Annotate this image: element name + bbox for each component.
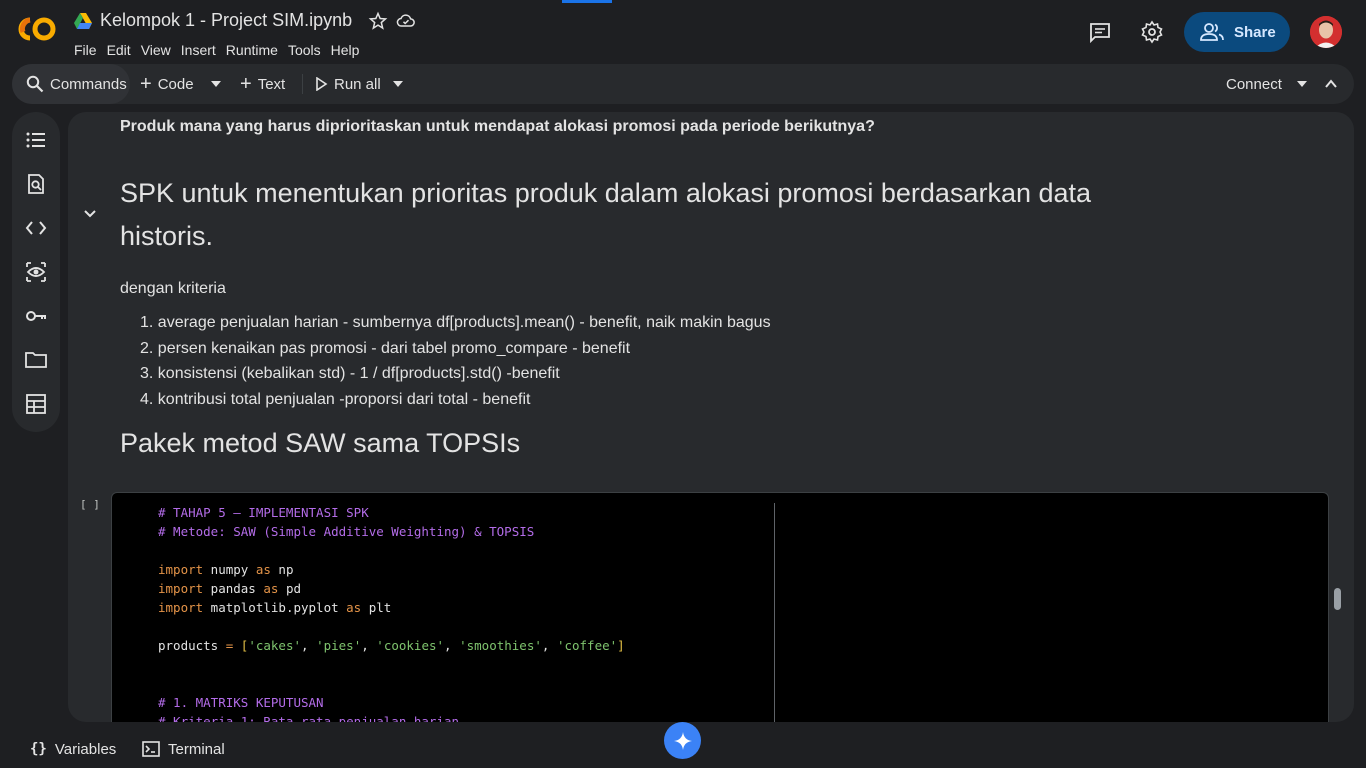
braces-icon: {} (30, 741, 47, 757)
code-line: import pandas as pd (158, 581, 302, 596)
code-cell[interactable]: # TAHAP 5 – IMPLEMENTASI SPK # Metode: S… (111, 492, 1329, 722)
menu-file[interactable]: File (74, 42, 104, 58)
search-icon (26, 75, 44, 93)
list-item: 3. konsistensi (kebalikan std) - 1 / df[… (140, 365, 560, 382)
share-button[interactable]: Share (1184, 12, 1290, 52)
variables-label: Variables (54, 740, 117, 758)
menu-runtime[interactable]: Runtime (226, 42, 285, 58)
cell-execution-indicator[interactable]: [ ] (80, 498, 100, 511)
code-line: import numpy as np (158, 562, 294, 577)
menu-insert[interactable]: Insert (181, 42, 223, 58)
code-line: # Kriteria 1: Rata-rata penjualan harian (158, 714, 460, 722)
star-icon[interactable] (368, 11, 388, 31)
people-icon (1200, 23, 1224, 41)
find-replace-icon[interactable] (24, 172, 48, 196)
menu-help[interactable]: Help (331, 42, 367, 58)
secrets-key-icon[interactable] (24, 304, 48, 328)
run-all-label: Run all (334, 75, 381, 93)
toolbar-divider (302, 74, 303, 94)
variable-inspector-eye-icon[interactable] (24, 260, 48, 284)
gemini-button[interactable] (664, 722, 701, 759)
connect-button[interactable]: Connect (1226, 64, 1282, 104)
header: Kelompok 1 - Project SIM.ipynb File Edit… (0, 0, 1366, 64)
code-dropdown-chevron-icon[interactable] (210, 79, 222, 89)
loading-indicator (562, 0, 612, 3)
section-collapse-chevron-icon[interactable] (80, 204, 100, 224)
connect-dropdown-chevron-icon[interactable] (1296, 79, 1308, 89)
plus-icon: + (240, 73, 252, 95)
code-line: import matplotlib.pyplot as plt (158, 600, 392, 615)
title-row: Kelompok 1 - Project SIM.ipynb (74, 10, 416, 31)
code-editor[interactable]: # TAHAP 5 – IMPLEMENTASI SPK # Metode: S… (158, 503, 625, 722)
notebook-toolbar: Commands + Code + Text Run all Connect (12, 64, 1354, 104)
code-line: products = ['cakes', 'pies', 'cookies', … (158, 638, 625, 653)
terminal-button[interactable]: Terminal (142, 730, 225, 768)
user-avatar[interactable] (1310, 16, 1342, 48)
method-heading: Pakek metod SAW sama TOPSIs (120, 428, 521, 458)
criteria-intro: dengan kriteria (120, 280, 226, 297)
list-item: 1. average penjualan harian - sumbernya … (140, 314, 771, 331)
variables-button[interactable]: {} Variables (30, 730, 116, 768)
plus-icon: + (140, 73, 152, 95)
notebook-panel: Produk mana yang harus diprioritaskan un… (68, 112, 1354, 722)
run-all-button[interactable]: Run all (314, 64, 381, 104)
connect-label: Connect (1226, 75, 1282, 93)
run-dropdown-chevron-icon[interactable] (392, 79, 404, 89)
criteria-list: 1. average penjualan harian - sumbernya … (140, 310, 771, 412)
menu-tools[interactable]: Tools (288, 42, 328, 58)
commands-button[interactable]: Commands (12, 64, 130, 104)
text-label: Text (257, 75, 286, 93)
notebook-title[interactable]: Kelompok 1 - Project SIM.ipynb (100, 10, 352, 31)
settings-gear-icon[interactable] (1140, 20, 1164, 44)
code-snippets-icon[interactable] (24, 216, 48, 240)
code-line: # Metode: SAW (Simple Additive Weighting… (158, 524, 535, 539)
terminal-icon (142, 741, 160, 757)
colab-logo[interactable] (16, 14, 58, 44)
section-heading: SPK untuk menentukan prioritas produk da… (120, 178, 1092, 251)
add-code-button[interactable]: + Code (140, 64, 194, 104)
code-line: # TAHAP 5 – IMPLEMENTASI SPK (158, 505, 369, 520)
question-text: Produk mana yang harus diprioritaskan un… (120, 118, 875, 135)
play-icon (316, 77, 328, 91)
avatar-image (1310, 16, 1342, 48)
share-label: Share (1234, 23, 1276, 41)
list-item: 2. persen kenaikan pas promosi - dari ta… (140, 339, 631, 357)
menu-edit[interactable]: Edit (107, 42, 138, 58)
cloud-saved-icon[interactable] (396, 11, 416, 31)
menu-view[interactable]: View (141, 42, 178, 58)
line-length-ruler (774, 503, 775, 722)
code-line: # 1. MATRIKS KEPUTUSAN (158, 695, 324, 710)
sparkle-icon (673, 731, 692, 750)
terminal-label: Terminal (168, 740, 225, 758)
notebook-scrollbar[interactable] (1334, 588, 1341, 610)
add-text-button[interactable]: + Text (240, 64, 285, 104)
drive-icon[interactable] (74, 12, 92, 29)
table-of-contents-icon[interactable] (24, 128, 48, 152)
code-label: Code (157, 75, 194, 93)
data-table-icon[interactable] (24, 392, 48, 416)
files-folder-icon[interactable] (24, 348, 48, 372)
comment-icon[interactable] (1088, 20, 1112, 44)
list-item: 4. kontribusi total penjualan -proporsi … (140, 390, 531, 408)
collapse-header-chevron-up-icon[interactable] (1324, 77, 1338, 91)
side-rail (12, 112, 60, 432)
commands-label: Commands (50, 75, 127, 93)
menu-bar: File Edit View Insert Runtime Tools Help (74, 42, 369, 58)
